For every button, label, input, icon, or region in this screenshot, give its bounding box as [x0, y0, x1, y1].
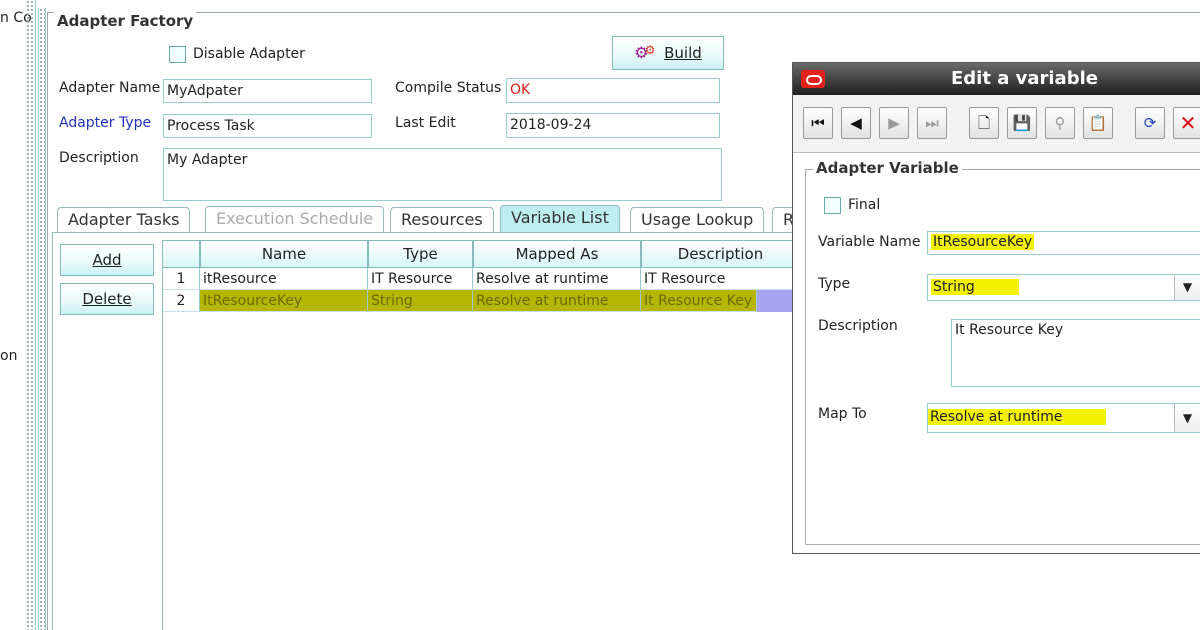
- dialog-titlebar[interactable]: Edit a variable: [793, 63, 1200, 95]
- add-button-label: Add: [92, 251, 122, 269]
- previous-record-icon[interactable]: ◀: [841, 107, 871, 139]
- type-select-value: String: [931, 279, 1019, 295]
- next-record-icon[interactable]: ▶: [879, 107, 909, 139]
- type-label: Type: [818, 276, 851, 292]
- variable-name-input[interactable]: ItResourceKey: [927, 231, 1200, 255]
- description-label-dialog: Description: [818, 318, 898, 334]
- table-cell-mapped-as[interactable]: Resolve at runtime: [473, 268, 641, 290]
- chevron-down-icon[interactable]: ▼: [1174, 404, 1200, 432]
- table-header-description[interactable]: Description: [641, 240, 800, 268]
- refresh-icon[interactable]: ⟳: [1135, 107, 1165, 139]
- edit-variable-dialog: Edit a variable ⏮ ◀ ▶ ⏭ 🗋 💾 ⚲ 📋 ⟳ ✕ Adap…: [792, 62, 1200, 554]
- table-cell-type[interactable]: IT Resource: [368, 268, 473, 290]
- build-button[interactable]: ⚙⚙ Build: [612, 36, 724, 70]
- final-label: Final: [848, 197, 881, 213]
- tab-resources[interactable]: Resources: [390, 207, 494, 233]
- clipboard-icon[interactable]: 📋: [1083, 107, 1113, 139]
- variable-name-value: ItResourceKey: [931, 234, 1035, 250]
- compile-status-label: Compile Status: [395, 80, 502, 96]
- left-panel: n Co on: [0, 0, 36, 630]
- table-header-type[interactable]: Type: [368, 240, 473, 268]
- build-button-label: Build: [664, 44, 702, 62]
- table-cell-name-selected[interactable]: ItResourceKey: [200, 290, 368, 312]
- table-header-mapped-as[interactable]: Mapped As: [473, 240, 641, 268]
- splitter-handle-2[interactable]: [38, 8, 46, 630]
- chevron-down-icon[interactable]: ▼: [1174, 275, 1200, 300]
- delete-button[interactable]: Delete: [60, 283, 154, 315]
- oracle-logo-icon: [801, 70, 825, 88]
- description-textarea[interactable]: My Adapter: [163, 148, 722, 201]
- description-textarea-dialog[interactable]: It Resource Key: [951, 319, 1200, 387]
- adapter-factory-legend: Adapter Factory: [54, 12, 197, 30]
- compile-status-value: OK: [506, 78, 720, 103]
- map-to-select[interactable]: Resolve at runtime ▼: [927, 403, 1200, 433]
- table-cell-name[interactable]: itResource: [200, 268, 368, 290]
- tab-adapter-tasks[interactable]: Adapter Tasks: [57, 207, 191, 233]
- table-cell-mapped-as-selected[interactable]: Resolve at runtime: [473, 290, 641, 312]
- delete-button-label: Delete: [82, 290, 132, 308]
- variable-name-label: Variable Name: [818, 234, 921, 250]
- map-to-select-value: Resolve at runtime: [928, 409, 1106, 425]
- tab-execution-schedule: Execution Schedule: [205, 206, 385, 232]
- disable-adapter-checkbox[interactable]: [169, 46, 186, 63]
- splitter-handle[interactable]: [26, 0, 34, 630]
- adapter-type-label[interactable]: Adapter Type: [59, 115, 151, 131]
- left-panel-mid-text: on: [0, 348, 18, 364]
- adapter-type-input[interactable]: Process Task: [163, 114, 372, 138]
- tab-variable-list[interactable]: Variable List: [500, 205, 620, 233]
- add-button[interactable]: Add: [60, 244, 154, 276]
- table-cell-description[interactable]: IT Resource: [641, 268, 800, 290]
- table-cell-type-selected[interactable]: String: [368, 290, 473, 312]
- adapter-name-label: Adapter Name: [59, 80, 161, 96]
- adapter-name-input[interactable]: MyAdpater: [163, 79, 372, 103]
- type-select[interactable]: String ▼: [927, 274, 1200, 301]
- last-edit-label: Last Edit: [395, 115, 456, 131]
- table-row-number: 1: [163, 268, 200, 290]
- adapter-variable-legend: Adapter Variable: [813, 159, 962, 177]
- new-document-icon[interactable]: 🗋: [969, 107, 999, 139]
- last-record-icon[interactable]: ⏭: [917, 107, 947, 139]
- find-icon[interactable]: ⚲: [1045, 107, 1075, 139]
- save-icon[interactable]: 💾: [1007, 107, 1037, 139]
- table-header-corner: [162, 240, 200, 268]
- last-edit-value: 2018-09-24: [506, 113, 720, 138]
- first-record-icon[interactable]: ⏮: [803, 107, 833, 139]
- table-header-name[interactable]: Name: [200, 240, 368, 268]
- table-cell-description-selected[interactable]: It Resource Key: [641, 290, 757, 312]
- description-label: Description: [59, 150, 139, 166]
- map-to-label: Map To: [818, 406, 867, 422]
- tab-usage-lookup[interactable]: Usage Lookup: [630, 207, 765, 233]
- dialog-title: Edit a variable: [951, 68, 1098, 89]
- dialog-toolbar: ⏮ ◀ ▶ ⏭ 🗋 💾 ⚲ 📋 ⟳ ✕: [793, 95, 1200, 153]
- table-row-number: 2: [163, 290, 200, 312]
- final-checkbox[interactable]: [824, 197, 841, 214]
- disable-adapter-label: Disable Adapter: [193, 46, 305, 62]
- close-icon[interactable]: ✕: [1173, 107, 1200, 139]
